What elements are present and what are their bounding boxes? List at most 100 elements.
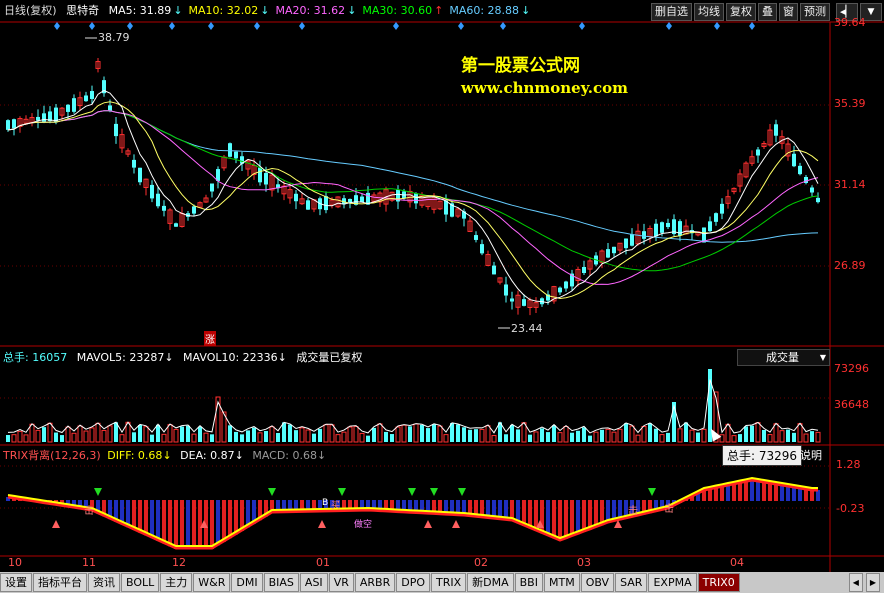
event-marker xyxy=(89,22,95,30)
volume-bar xyxy=(390,434,394,442)
scroll-right-icon[interactable]: ▶ xyxy=(865,573,880,592)
volume-bar xyxy=(546,432,550,442)
candle-body xyxy=(294,193,298,202)
tab-主力[interactable]: 主力 xyxy=(160,573,193,592)
volume-bar xyxy=(240,434,244,442)
event-marker xyxy=(666,22,672,30)
candle-body xyxy=(666,222,670,228)
tab-trix0[interactable]: TRIX0 xyxy=(697,573,740,592)
volume-bar xyxy=(516,429,520,442)
volume-indicator-select[interactable]: 成交量 ▼ xyxy=(737,349,830,366)
volume-bar xyxy=(462,427,466,442)
trix-macd: MACD: 0.68 xyxy=(252,449,317,462)
volume-note: 成交量已复权 xyxy=(296,351,363,364)
sell-arrow-icon xyxy=(52,520,60,528)
tab-资讯[interactable]: 资讯 xyxy=(88,573,120,592)
candle-body xyxy=(510,298,514,302)
candle-body xyxy=(72,98,76,112)
tab-w&r[interactable]: W&R xyxy=(193,573,231,592)
trix-bar xyxy=(186,500,190,549)
trix-bar xyxy=(144,500,148,536)
tab-asi[interactable]: ASI xyxy=(299,573,328,592)
explain-button[interactable]: 说明 xyxy=(800,447,822,463)
low-price-label: 23.44 xyxy=(511,322,543,335)
volume-bar xyxy=(468,429,472,442)
volume-bar xyxy=(95,422,101,443)
trix-bar xyxy=(156,500,160,541)
volume-bar xyxy=(77,425,83,443)
volume-bar xyxy=(510,424,514,442)
tab-vr[interactable]: VR xyxy=(328,573,354,592)
event-marker xyxy=(749,22,755,30)
trix-signal-label: 击 xyxy=(84,506,94,517)
tab-expma[interactable]: EXPMA xyxy=(648,573,697,592)
trix-bar xyxy=(210,500,214,549)
trix-signal-label: 击 xyxy=(664,504,674,515)
tab-dmi[interactable]: DMI xyxy=(231,573,263,592)
volume-bar xyxy=(203,432,209,443)
tab-bbi[interactable]: BBI xyxy=(514,573,543,592)
volume-bar xyxy=(557,432,563,443)
volume-bar xyxy=(779,430,785,443)
volume-bar xyxy=(456,424,460,442)
volume-bar xyxy=(42,427,46,442)
volume-bar xyxy=(329,424,335,443)
candle-body xyxy=(612,246,616,254)
mavol5-value: MAVOL5: 23287 xyxy=(76,351,165,364)
date-axis-label: 03 xyxy=(577,556,591,569)
volume-bar xyxy=(617,428,623,443)
volume-bar xyxy=(450,423,454,442)
tab-trix[interactable]: TRIX xyxy=(430,573,467,592)
volume-bar xyxy=(234,431,238,442)
trix-title: TRIX背离(12,26,3) xyxy=(3,449,101,462)
candle-body xyxy=(720,203,724,214)
volume-bar xyxy=(6,435,10,442)
volume-bar xyxy=(372,427,376,442)
tab-dpo[interactable]: DPO xyxy=(396,573,430,592)
tab-设置[interactable]: 设置 xyxy=(0,573,32,592)
volume-bar xyxy=(180,426,184,442)
volume-bar xyxy=(815,431,821,443)
volume-bar xyxy=(491,435,497,443)
volume-bar xyxy=(167,424,173,443)
volume-bar xyxy=(65,426,71,443)
tab-mtm[interactable]: MTM xyxy=(543,573,580,592)
volume-bar xyxy=(107,425,113,443)
volume-bar xyxy=(666,432,670,442)
candle-body xyxy=(654,223,658,237)
volume-bar xyxy=(54,432,58,442)
volume-bar xyxy=(156,424,160,442)
tab-arbr[interactable]: ARBR xyxy=(354,573,396,592)
volume-bar xyxy=(101,429,107,443)
tab-指标平台[interactable]: 指标平台 xyxy=(33,573,87,592)
volume-bar xyxy=(797,423,803,443)
trix-diff: DIFF: 0.68 xyxy=(107,449,163,462)
chart-canvas[interactable] xyxy=(0,0,884,572)
volume-axis-top: 73296 xyxy=(834,362,869,375)
volume-bar xyxy=(312,433,316,442)
trix-bar xyxy=(150,500,154,539)
volume-bar xyxy=(366,435,370,442)
candle-body xyxy=(162,205,166,211)
tab-bias[interactable]: BIAS xyxy=(263,573,299,592)
volume-bar xyxy=(161,433,167,443)
trix-bar xyxy=(162,500,166,544)
scroll-left-icon[interactable]: ◀ xyxy=(848,573,863,592)
sell-arrow-icon xyxy=(452,520,460,528)
volume-bar xyxy=(377,423,383,443)
candle-body xyxy=(156,193,160,207)
tab-新dma[interactable]: 新DMA xyxy=(467,573,514,592)
candle-body xyxy=(792,153,796,167)
candle-body xyxy=(522,299,526,306)
ma5-line xyxy=(7,89,819,304)
candle-body xyxy=(192,206,196,214)
candle-body xyxy=(264,173,268,185)
trix-bar xyxy=(546,500,550,536)
tab-boll[interactable]: BOLL xyxy=(121,573,160,592)
trix-bar xyxy=(138,500,142,533)
tab-obv[interactable]: OBV xyxy=(580,573,615,592)
candle-body xyxy=(114,123,118,137)
volume-bar xyxy=(803,433,809,443)
volume-bar xyxy=(257,432,263,443)
tab-sar[interactable]: SAR xyxy=(615,573,648,592)
